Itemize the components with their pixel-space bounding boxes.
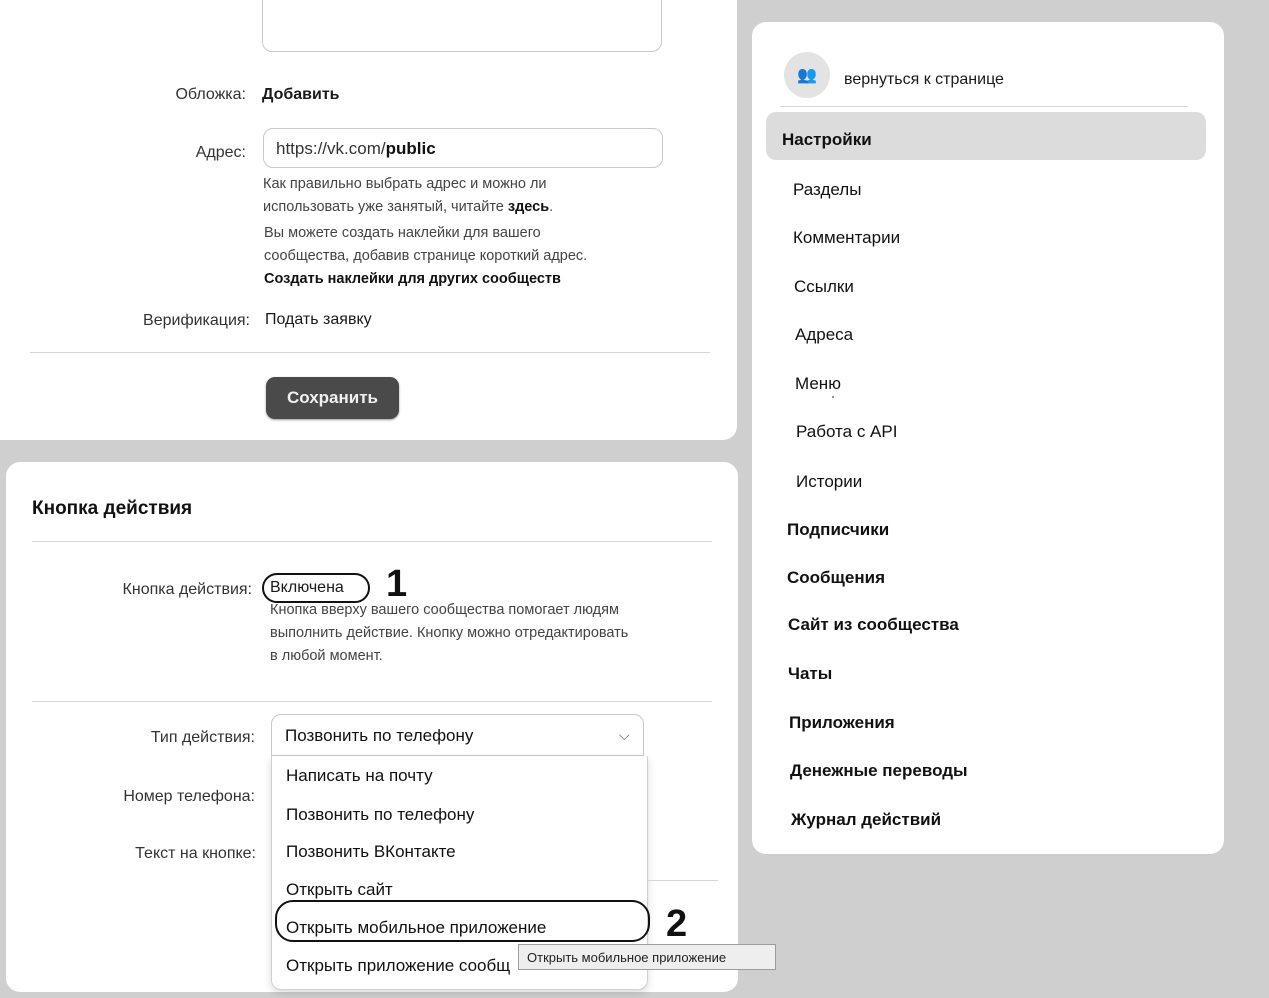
sidebar-item-subscribers[interactable]: Подписчики: [787, 520, 889, 540]
sticker-hint-line2: сообщества, добавив странице короткий ад…: [264, 248, 588, 264]
save-button[interactable]: Сохранить: [266, 377, 399, 419]
verification-label: Верификация:: [143, 312, 250, 329]
button-text-label: Текст на кнопке:: [135, 845, 256, 862]
sticker-hint: Вы можете создать наклейки для вашего со…: [264, 222, 694, 291]
annotation-oval-2: [275, 900, 650, 942]
chevron-down-icon: ⌵: [619, 727, 630, 743]
add-cover-link[interactable]: Добавить: [262, 86, 340, 104]
sidebar-item-money-transfers[interactable]: Денежные переводы: [790, 761, 968, 781]
sidebar-item-chats[interactable]: Чаты: [788, 664, 832, 684]
action-button-title: Кнопка действия: [32, 498, 193, 519]
section-divider-3: [648, 880, 718, 881]
dropdown-option-call-vk[interactable]: Позвонить ВКонтакте: [286, 842, 456, 862]
sidebar-item-sections[interactable]: Разделы: [793, 180, 861, 200]
people-icon: 👥: [797, 67, 817, 84]
annotation-number-2: 2: [666, 903, 688, 945]
action-description-line3: в любой момент.: [270, 648, 383, 664]
section-divider-2: [32, 701, 712, 702]
address-hint: Как правильно выбрать адрес и можно ли и…: [263, 173, 683, 219]
sidebar-item-settings[interactable]: Настройки: [782, 130, 872, 150]
sidebar-item-api[interactable]: Работа с API: [796, 422, 897, 442]
create-stickers-link[interactable]: Создать наклейки для других сообществ: [264, 268, 694, 291]
sidebar-item-messages[interactable]: Сообщения: [787, 568, 885, 588]
sidebar-divider: [780, 106, 1188, 107]
apply-verification-link[interactable]: Подать заявку: [265, 311, 372, 329]
sidebar-item-site[interactable]: Сайт из сообщества: [788, 615, 959, 635]
phone-label: Номер телефона:: [123, 788, 255, 805]
action-description: Кнопка вверху вашего сообщества помогает…: [270, 599, 720, 668]
sidebar-item-addresses[interactable]: Адреса: [795, 325, 853, 345]
action-description-line2: выполнить действие. Кнопку можно отредак…: [270, 625, 629, 641]
action-type-label: Тип действия:: [150, 729, 255, 746]
action-toggle-value[interactable]: Включена: [270, 579, 344, 597]
sidebar-item-links[interactable]: Ссылки: [794, 277, 854, 297]
sidebar-item-stories[interactable]: Истории: [796, 472, 862, 492]
form-divider: [30, 352, 710, 353]
sidebar-item-action-log[interactable]: Журнал действий: [791, 810, 941, 830]
address-hint-line1: Как правильно выбрать адрес и можно ли: [263, 176, 547, 192]
cover-label: Обложка:: [175, 86, 246, 103]
action-description-line1: Кнопка вверху вашего сообщества помогает…: [270, 602, 619, 618]
settings-form-card: [0, 0, 737, 440]
dropdown-option-call-phone[interactable]: Позвонить по телефону: [286, 805, 474, 825]
sidebar-item-apps[interactable]: Приложения: [789, 713, 895, 733]
dropdown-option-email[interactable]: Написать на почту: [286, 766, 433, 786]
address-hint-line2: использовать уже занятый, читайте: [263, 199, 508, 215]
action-toggle-label: Кнопка действия:: [122, 581, 252, 598]
sticker-hint-line1: Вы можете создать наклейки для вашего: [264, 225, 541, 241]
address-label: Адрес:: [195, 144, 246, 161]
address-bold: public: [385, 139, 436, 158]
address-input[interactable]: https://vk.com/public: [263, 128, 663, 168]
sidebar-item-menu[interactable]: Меню: [795, 374, 841, 394]
community-avatar[interactable]: 👥: [784, 52, 830, 98]
description-textarea[interactable]: [262, 0, 662, 52]
address-prefix: https://vk.com/: [276, 139, 386, 158]
tooltip: Открыть мобильное приложение: [518, 944, 776, 970]
section-divider: [32, 541, 712, 542]
dropdown-option-open-site[interactable]: Открыть сайт: [286, 880, 393, 900]
back-to-page-link[interactable]: вернуться к странице: [844, 71, 1004, 89]
decor-dot: [832, 396, 834, 398]
dropdown-option-open-community-app[interactable]: Открыть приложение сообщ: [286, 956, 510, 976]
action-type-select[interactable]: Позвонить по телефону ⌵: [271, 714, 644, 756]
address-hint-link[interactable]: здесь: [508, 199, 549, 215]
action-type-selected: Позвонить по телефону: [285, 726, 474, 745]
sidebar-item-comments[interactable]: Комментарии: [793, 228, 900, 248]
